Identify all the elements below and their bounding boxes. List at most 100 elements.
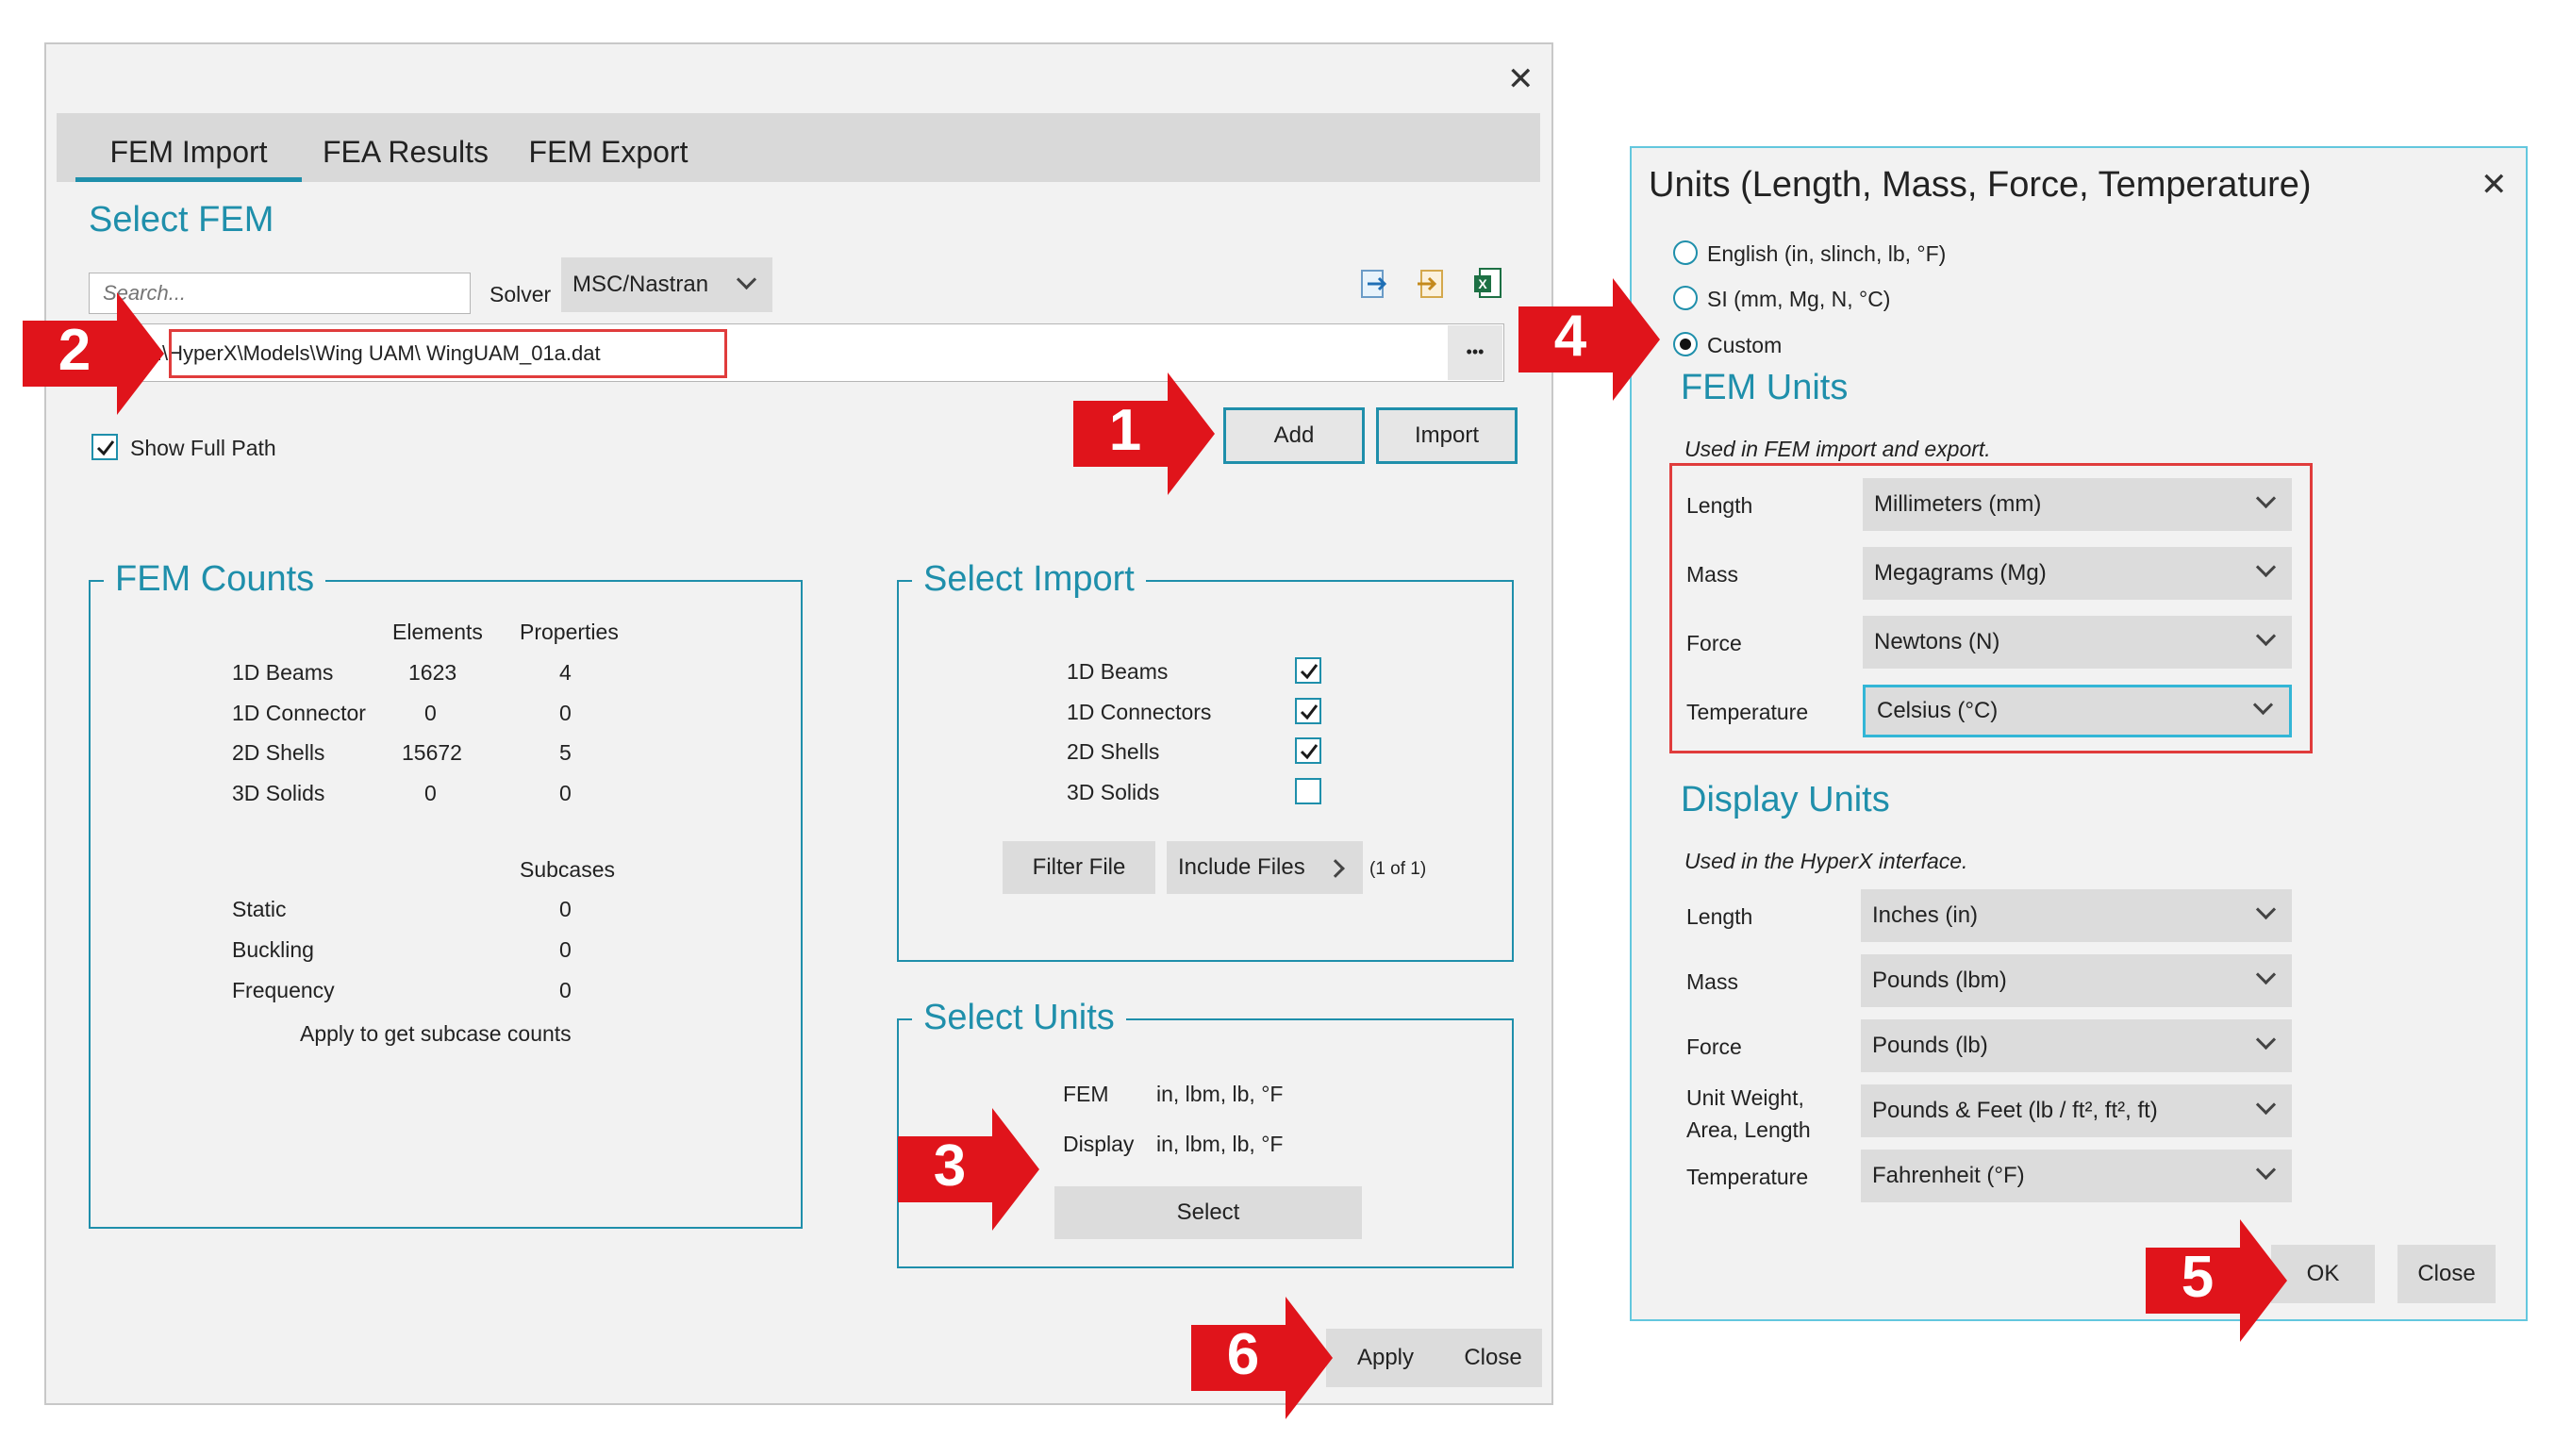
tab-fem-import[interactable]: FEM Import — [75, 113, 302, 182]
fem-units-note: Used in FEM import and export. — [1684, 437, 1991, 461]
tab-fem-export[interactable]: FEM Export — [514, 113, 703, 182]
display-units-value: in, lbm, lb, °F — [1156, 1132, 1284, 1156]
subcase-count: 0 — [559, 897, 572, 921]
chevron-down-icon — [2255, 899, 2277, 920]
callout-number: 4 — [1553, 304, 1587, 369]
fem-counts-title: FEM Counts — [104, 555, 326, 603]
subcase-name: Static — [232, 897, 287, 921]
import-button[interactable]: Import — [1376, 407, 1518, 464]
col-properties: Properties — [520, 620, 619, 644]
display-mass-dropdown[interactable]: Pounds (lbm) — [1861, 954, 2292, 1007]
display-unit-weight-dropdown[interactable]: Pounds & Feet (lb / ft², ft², ft) — [1861, 1084, 2292, 1137]
display-length-dropdown[interactable]: Inches (in) — [1861, 889, 2292, 942]
units-close-button[interactable]: Close — [2397, 1245, 2496, 1303]
row-name: 2D Shells — [232, 740, 325, 765]
radio-si[interactable] — [1673, 286, 1698, 310]
import-item-label: 2D Shells — [1067, 739, 1160, 764]
row-name: 1D Beams — [232, 660, 334, 685]
callout-number: 1 — [1108, 398, 1142, 463]
import-item-label: 1D Beams — [1067, 659, 1169, 684]
import-item-checkbox[interactable] — [1295, 737, 1321, 764]
radio-custom[interactable] — [1673, 332, 1698, 356]
close-button[interactable]: Close — [1444, 1329, 1542, 1387]
option-label: SI (mm, Mg, N, °C) — [1707, 287, 1891, 311]
section-title: Select FEM — [89, 200, 274, 240]
chevron-down-icon — [2255, 1159, 2277, 1181]
callout-number: 3 — [933, 1133, 967, 1199]
display-force-dropdown[interactable]: Pounds (lb) — [1861, 1019, 2292, 1072]
callout-1: 1 — [1073, 372, 1217, 495]
callout-number: 2 — [58, 318, 91, 383]
dropdown-value: Inches (in) — [1872, 902, 1979, 928]
label-line-2: Area, Length — [1686, 1117, 1811, 1142]
display-units-note: Used in the HyperX interface. — [1684, 849, 1968, 873]
units-dialog: Units (Length, Mass, Force, Temperature)… — [1630, 146, 2528, 1321]
display-force-label: Force — [1686, 1034, 1742, 1059]
chevron-down-icon — [736, 269, 757, 290]
display-units-title: Display Units — [1681, 780, 1890, 819]
import-file-icon[interactable] — [1416, 269, 1444, 301]
dropdown-value: Pounds (lb) — [1872, 1033, 1988, 1058]
col-elements: Elements — [392, 620, 483, 644]
excel-icon[interactable]: X — [1474, 267, 1502, 301]
fem-units-title: FEM Units — [1681, 368, 1849, 407]
tab-bar: FEM Import FEA Results FEM Export — [57, 113, 1540, 182]
row-name: 1D Connector — [232, 701, 366, 725]
import-item-label: 3D Solids — [1067, 780, 1160, 804]
chevron-right-icon — [1326, 859, 1345, 878]
dropdown-value: Fahrenheit (°F) — [1872, 1163, 2025, 1188]
display-mass-label: Mass — [1686, 969, 1738, 994]
import-item-checkbox[interactable] — [1295, 778, 1321, 804]
fem-units-value: in, lbm, lb, °F — [1156, 1082, 1284, 1106]
display-temperature-dropdown[interactable]: Fahrenheit (°F) — [1861, 1150, 2292, 1202]
export-icon[interactable] — [1360, 269, 1388, 301]
callout-4: 4 — [1518, 278, 1665, 401]
subcase-count: 0 — [559, 978, 572, 1002]
subcase-note: Apply to get subcase counts — [300, 1021, 572, 1046]
callout-number: 5 — [2181, 1245, 2215, 1310]
select-import-group: Select Import 1D Beams 1D Connectors 2D … — [897, 555, 1514, 962]
select-units-title: Select Units — [912, 994, 1126, 1041]
svg-text:X: X — [1478, 276, 1487, 291]
callout-2: 2 — [23, 292, 169, 415]
callout-number: 6 — [1226, 1322, 1260, 1387]
subcases-header: Subcases — [520, 857, 616, 882]
solver-label: Solver — [489, 282, 552, 306]
tab-fea-results[interactable]: FEA Results — [311, 113, 500, 182]
include-count: (1 of 1) — [1369, 859, 1427, 879]
fem-import-dialog: ✕ FEM Import FEA Results FEM Export Sele… — [44, 42, 1553, 1405]
show-full-path-label: Show Full Path — [130, 436, 276, 460]
row-properties: 0 — [559, 701, 572, 725]
solver-dropdown[interactable]: MSC/Nastran — [561, 257, 772, 312]
dropdown-value: Pounds & Feet (lb / ft², ft², ft) — [1872, 1098, 2158, 1123]
close-icon[interactable]: ✕ — [1507, 63, 1535, 95]
dropdown-value: Pounds (lbm) — [1872, 968, 2007, 993]
chevron-down-icon — [2255, 1094, 2277, 1116]
add-button[interactable]: Add — [1223, 407, 1365, 464]
row-properties: 4 — [559, 660, 572, 685]
file-path-highlight — [169, 329, 727, 378]
label-line-1: Unit Weight, — [1686, 1085, 1804, 1110]
fem-units-highlight — [1669, 463, 2313, 753]
option-label: English (in, slinch, lb, °F) — [1707, 241, 1947, 266]
subcase-name: Frequency — [232, 978, 335, 1002]
radio-english[interactable] — [1673, 240, 1698, 265]
display-unit-weight-label: Unit Weight, Area, Length — [1686, 1082, 1811, 1146]
import-item-checkbox[interactable] — [1295, 698, 1321, 724]
include-files-label: Include Files — [1178, 854, 1305, 880]
option-label: Custom — [1707, 333, 1783, 357]
apply-button[interactable]: Apply — [1326, 1329, 1445, 1387]
row-name: 3D Solids — [232, 781, 325, 805]
select-units-button[interactable]: Select — [1054, 1186, 1362, 1239]
filter-file-button[interactable]: Filter File — [1003, 841, 1155, 894]
browse-button[interactable]: ••• — [1448, 325, 1502, 380]
row-elements: 0 — [424, 701, 437, 725]
show-full-path-checkbox[interactable] — [91, 434, 118, 460]
subcase-name: Buckling — [232, 937, 314, 962]
fem-counts-group: FEM Counts Elements Properties 1D Beams … — [89, 555, 803, 1229]
fem-units-label: FEM — [1063, 1082, 1109, 1106]
import-item-checkbox[interactable] — [1295, 657, 1321, 684]
include-files-button[interactable]: Include Files — [1167, 841, 1363, 894]
close-icon[interactable]: ✕ — [2480, 169, 2508, 201]
chevron-down-icon — [2255, 1029, 2277, 1051]
